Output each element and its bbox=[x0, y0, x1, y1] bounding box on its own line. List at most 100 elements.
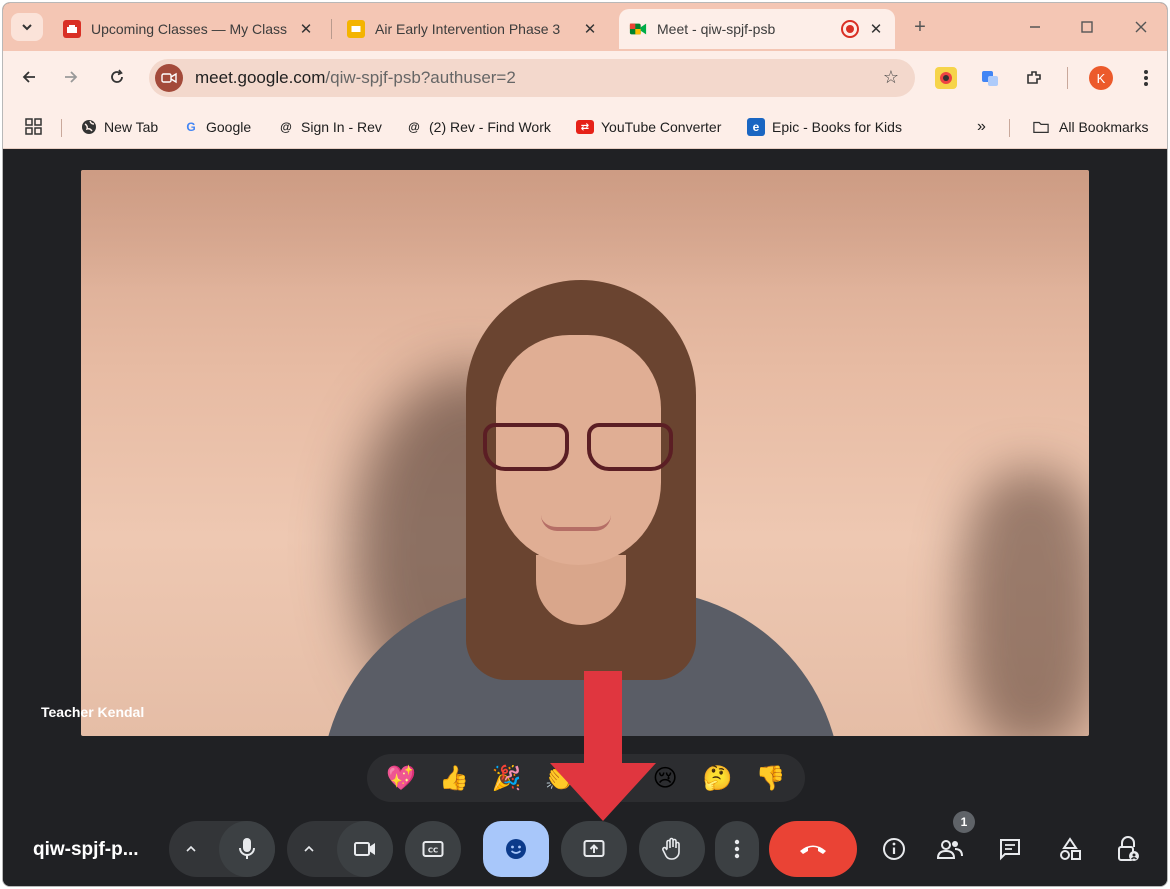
people-button[interactable] bbox=[935, 834, 965, 864]
back-icon[interactable] bbox=[17, 65, 41, 89]
chevron-up-icon[interactable] bbox=[303, 843, 315, 855]
microphone-button[interactable] bbox=[219, 821, 275, 877]
captions-button[interactable]: CC bbox=[405, 821, 461, 877]
url-text: meet.google.com/qiw-spjf-psb?authuser=2 bbox=[195, 68, 516, 88]
reload-icon[interactable] bbox=[105, 65, 129, 89]
glasses-left-lens bbox=[483, 423, 569, 471]
epic-icon: e bbox=[747, 118, 765, 136]
bookmark-epic-books[interactable]: e Epic - Books for Kids bbox=[747, 115, 902, 139]
reaction-thumbs-down[interactable]: 👎 bbox=[756, 763, 786, 793]
tab-title: Air Early Intervention Phase 3 bbox=[375, 21, 561, 37]
closed-captions-icon: CC bbox=[422, 841, 444, 857]
bookmark-google[interactable]: G Google bbox=[183, 115, 251, 139]
meet-favicon-icon bbox=[629, 20, 647, 38]
toolbar-separator bbox=[1067, 67, 1068, 89]
tab-air-early-intervention[interactable]: Air Early Intervention Phase 3 ✕ bbox=[337, 11, 609, 47]
extension-color-icon[interactable] bbox=[935, 67, 957, 89]
meeting-details-button[interactable] bbox=[879, 834, 909, 864]
tab-search-button[interactable] bbox=[11, 13, 43, 41]
bookmark-rev-find-work[interactable]: @ (2) Rev - Find Work bbox=[406, 115, 551, 139]
url-path: /qiw-spjf-psb?authuser=2 bbox=[325, 68, 516, 87]
globe-icon bbox=[81, 119, 97, 135]
chat-button[interactable] bbox=[995, 834, 1025, 864]
chevron-down-icon bbox=[22, 24, 32, 31]
red-arrow-annotation bbox=[550, 671, 656, 821]
leave-call-button[interactable] bbox=[769, 821, 857, 877]
profile-avatar[interactable]: K bbox=[1089, 66, 1113, 90]
meeting-code: qiw-spjf-p... bbox=[33, 839, 139, 860]
slides-favicon-icon bbox=[347, 20, 365, 38]
present-screen-icon bbox=[583, 840, 605, 857]
classes-favicon-icon bbox=[63, 20, 81, 38]
bookmark-sign-in-rev[interactable]: @ Sign In - Rev bbox=[278, 115, 382, 139]
all-bookmarks-button[interactable]: All Bookmarks bbox=[1033, 115, 1148, 139]
new-tab-button[interactable]: + bbox=[908, 15, 932, 39]
tab-title: Upcoming Classes — My Class bbox=[91, 21, 288, 37]
present-screen-button[interactable] bbox=[561, 821, 627, 877]
tab-close-icon[interactable]: ✕ bbox=[297, 20, 315, 38]
more-vert-icon bbox=[734, 839, 740, 859]
video-background-gradient bbox=[81, 170, 1089, 290]
rev-icon: @ bbox=[280, 120, 292, 134]
bookmark-new-tab[interactable]: New Tab bbox=[81, 115, 158, 139]
reaction-party-popper[interactable]: 🎉 bbox=[492, 763, 522, 793]
emoji-smiley-icon bbox=[506, 839, 526, 859]
activities-button[interactable] bbox=[1055, 834, 1085, 864]
translate-extension-icon[interactable] bbox=[979, 67, 1001, 89]
reaction-sparkling-heart[interactable]: 💖 bbox=[386, 763, 416, 793]
participant-count-badge: 1 bbox=[953, 811, 975, 833]
host-lock-icon bbox=[1118, 836, 1139, 861]
google-icon: G bbox=[186, 120, 196, 134]
folder-icon bbox=[1033, 119, 1049, 135]
info-icon bbox=[883, 838, 905, 860]
more-options-button[interactable] bbox=[715, 821, 759, 877]
bookmark-label: Sign In - Rev bbox=[301, 119, 382, 135]
emoji-reactions-button[interactable] bbox=[483, 821, 549, 877]
tab-separator bbox=[331, 19, 332, 39]
tab-meet[interactable]: Meet - qiw-spjf-psb ✕ bbox=[619, 9, 895, 49]
bookmark-label: All Bookmarks bbox=[1059, 119, 1149, 135]
browser-window: Upcoming Classes — My Class ✕ Air Early … bbox=[2, 2, 1168, 887]
glasses-right-lens bbox=[587, 423, 673, 471]
bookmark-label: New Tab bbox=[104, 119, 159, 135]
window-close-icon[interactable] bbox=[1129, 15, 1153, 39]
youtube-converter-icon: ⇄ bbox=[576, 120, 594, 134]
bookmark-separator bbox=[61, 119, 62, 137]
activities-shapes-icon bbox=[1060, 837, 1081, 860]
address-bar[interactable]: meet.google.com/qiw-spjf-psb?authuser=2 … bbox=[149, 59, 915, 97]
microphone-icon bbox=[239, 838, 255, 859]
participant-video[interactable] bbox=[81, 170, 1089, 736]
bookmark-label: Google bbox=[206, 119, 252, 135]
bookmark-separator bbox=[1009, 119, 1010, 137]
bookmark-label: Epic - Books for Kids bbox=[772, 119, 902, 135]
bookmark-youtube-converter[interactable]: ⇄ YouTube Converter bbox=[576, 115, 721, 139]
camera-icon bbox=[354, 842, 375, 856]
minimize-icon[interactable] bbox=[1023, 15, 1047, 39]
reaction-thinking[interactable]: 🤔 bbox=[703, 763, 733, 793]
bookmark-star-icon[interactable]: ☆ bbox=[883, 67, 899, 88]
reaction-thumbs-up[interactable]: 👍 bbox=[439, 763, 469, 793]
site-info-icon[interactable] bbox=[155, 64, 183, 92]
bookmarks-overflow-button[interactable]: » bbox=[977, 115, 986, 139]
tab-close-icon[interactable]: ✕ bbox=[867, 20, 885, 38]
url-host: meet.google.com bbox=[195, 68, 326, 87]
bookmarks-bar: New Tab G Google @ Sign In - Rev @ (2) R… bbox=[3, 105, 1167, 149]
tab-title: Meet - qiw-spjf-psb bbox=[657, 21, 776, 37]
tab-close-icon[interactable]: ✕ bbox=[581, 20, 599, 38]
host-controls-button[interactable] bbox=[1113, 834, 1143, 864]
chevron-up-icon[interactable] bbox=[185, 843, 197, 855]
chat-icon bbox=[1000, 839, 1020, 861]
tab-upcoming-classes[interactable]: Upcoming Classes — My Class ✕ bbox=[53, 11, 325, 47]
raise-hand-button[interactable] bbox=[639, 821, 705, 877]
recording-icon bbox=[841, 20, 859, 38]
participant-name: Teacher Kendal bbox=[41, 704, 145, 720]
camera-button[interactable] bbox=[337, 821, 393, 877]
forward-icon[interactable] bbox=[59, 65, 83, 89]
people-icon bbox=[936, 840, 963, 859]
maximize-icon[interactable] bbox=[1075, 15, 1099, 39]
apps-grid-icon[interactable] bbox=[25, 115, 43, 139]
bookmark-label: (2) Rev - Find Work bbox=[429, 119, 551, 135]
menu-kebab-icon[interactable] bbox=[1135, 67, 1157, 89]
person-mouth bbox=[541, 515, 611, 531]
extensions-puzzle-icon[interactable] bbox=[1023, 67, 1045, 89]
